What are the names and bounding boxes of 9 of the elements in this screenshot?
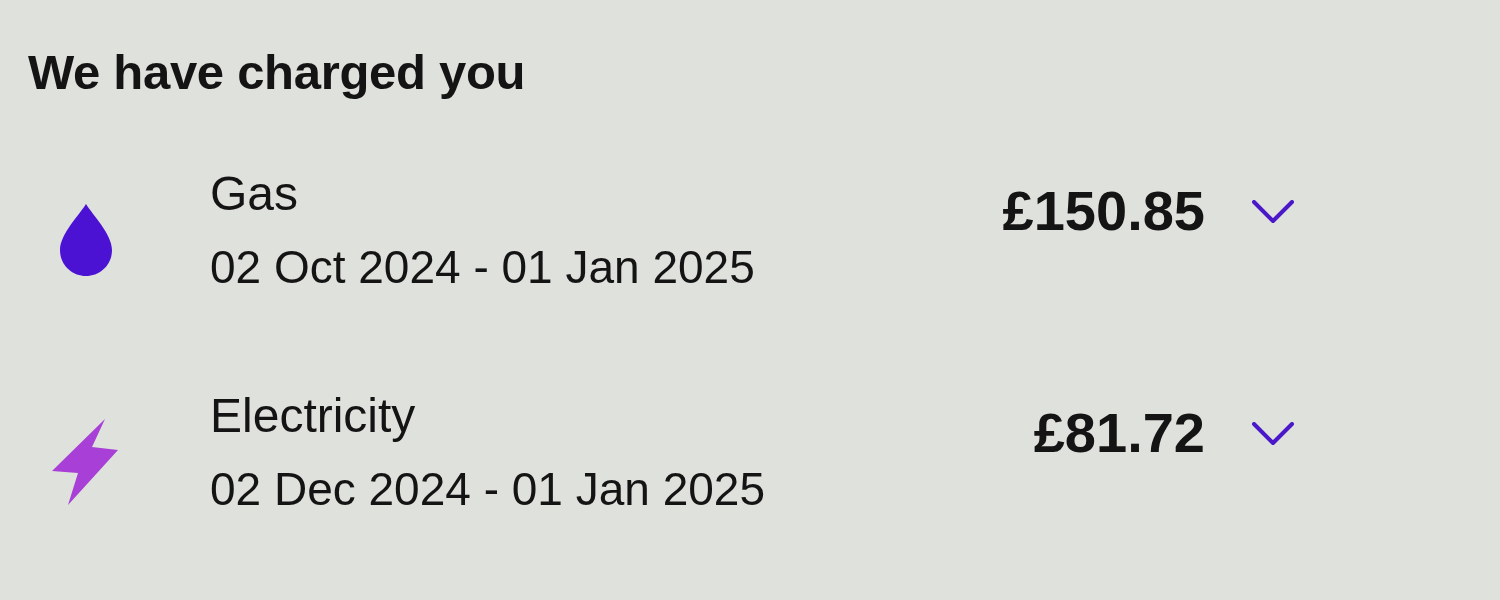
charge-amount: £150.85 bbox=[1002, 179, 1205, 243]
charge-amount: £81.72 bbox=[1033, 401, 1205, 465]
billing-period: 02 Dec 2024 - 01 Jan 2025 bbox=[210, 462, 765, 517]
billing-period: 02 Oct 2024 - 01 Jan 2025 bbox=[210, 240, 755, 295]
section-heading: We have charged you bbox=[28, 44, 526, 101]
chevron-down-icon bbox=[1252, 422, 1294, 446]
charge-label: Gas bbox=[210, 166, 299, 222]
charge-label: Electricity bbox=[210, 388, 416, 444]
chevron-down-icon bbox=[1252, 200, 1294, 224]
